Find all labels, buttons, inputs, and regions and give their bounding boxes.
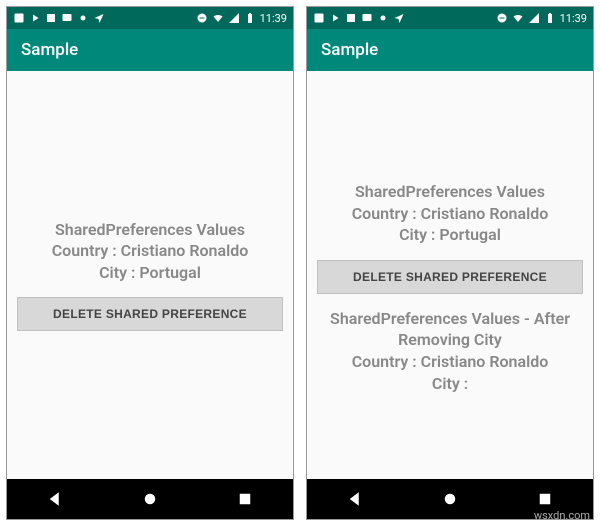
home-icon[interactable] [141, 490, 159, 508]
prefs-after-title: SharedPreferences Values - After Removin… [317, 308, 583, 351]
app-title: Sample [21, 40, 78, 60]
shared-prefs-text: SharedPreferences Values Country : Crist… [352, 181, 549, 246]
square-icon [45, 12, 57, 24]
prefs-title: SharedPreferences Values [352, 181, 549, 203]
status-left-icons [13, 12, 105, 24]
notification-icon [13, 12, 25, 24]
delete-shared-preference-button[interactable]: DELETE SHARED PREFERENCE [17, 297, 283, 331]
notification-icon [313, 12, 325, 24]
prefs-after-city: City : [317, 373, 583, 395]
home-icon[interactable] [441, 490, 459, 508]
recent-icon[interactable] [236, 490, 254, 508]
recent-icon[interactable] [536, 490, 554, 508]
app-title: Sample [321, 40, 378, 60]
prefs-city: City : Portugal [52, 262, 249, 284]
battery-icon [544, 12, 556, 24]
shared-prefs-text: SharedPreferences Values Country : Crist… [52, 219, 249, 284]
phone-screen-after: 11:39 Sample SharedPreferences Values Co… [306, 6, 594, 520]
battery-icon [244, 12, 256, 24]
arrow-icon [393, 12, 405, 24]
delete-shared-preference-button[interactable]: DELETE SHARED PREFERENCE [317, 260, 583, 294]
prefs-after-country: Country : Cristiano Ronaldo [317, 351, 583, 373]
status-time: 11:39 [560, 12, 587, 25]
wifi-icon [212, 12, 224, 24]
phone-screen-before: 11:39 Sample SharedPreferences Values Co… [6, 6, 294, 520]
content-area: SharedPreferences Values Country : Crist… [7, 71, 293, 479]
square-icon [345, 12, 357, 24]
back-icon[interactable] [346, 490, 364, 508]
play-icon [29, 12, 41, 24]
status-right-icons: 11:39 [196, 12, 287, 25]
prefs-country: Country : Cristiano Ronaldo [52, 240, 249, 262]
shared-prefs-after-text: SharedPreferences Values - After Removin… [317, 308, 583, 394]
content-area: SharedPreferences Values Country : Crist… [307, 71, 593, 479]
arrow-icon [93, 12, 105, 24]
app-bar: Sample [7, 29, 293, 71]
watermark: wsxdn.com [534, 509, 590, 522]
status-bar: 11:39 [7, 7, 293, 29]
signal-icon [528, 12, 540, 24]
dot-icon [377, 12, 389, 24]
prefs-city: City : Portugal [352, 224, 549, 246]
prefs-country: Country : Cristiano Ronaldo [352, 203, 549, 225]
status-bar: 11:39 [307, 7, 593, 29]
status-left-icons [313, 12, 405, 24]
dnd-icon [196, 12, 208, 24]
prefs-title: SharedPreferences Values [52, 219, 249, 241]
status-right-icons: 11:39 [496, 12, 587, 25]
status-time: 11:39 [260, 12, 287, 25]
navigation-bar [7, 479, 293, 519]
wifi-icon [512, 12, 524, 24]
app-bar: Sample [307, 29, 593, 71]
dnd-icon [496, 12, 508, 24]
signal-icon [228, 12, 240, 24]
chat-icon [361, 12, 373, 24]
chat-icon [61, 12, 73, 24]
play-icon [329, 12, 341, 24]
back-icon[interactable] [46, 490, 64, 508]
dot-icon [77, 12, 89, 24]
